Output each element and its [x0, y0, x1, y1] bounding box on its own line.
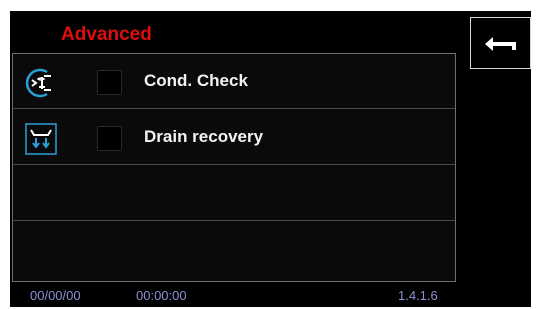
cond-check-checkbox[interactable] — [97, 70, 122, 95]
top-border — [10, 9, 531, 11]
drain-recovery-checkbox[interactable] — [97, 126, 122, 151]
status-time: 00:00:00 — [136, 288, 187, 303]
drain-recovery-icon — [25, 123, 57, 155]
empty-row — [13, 166, 455, 221]
option-row-cond-check[interactable]: Cond. Check — [13, 54, 455, 109]
empty-row — [13, 222, 455, 277]
status-version: 1.4.1.6 — [398, 288, 438, 303]
status-bar: 00/00/00 00:00:00 1.4.1.6 — [12, 284, 456, 306]
cond-check-label: Cond. Check — [144, 71, 248, 90]
page-title: Advanced — [61, 24, 152, 45]
status-date: 00/00/00 — [30, 288, 81, 303]
back-button[interactable] — [470, 17, 531, 69]
option-row-drain-recovery[interactable]: Drain recovery — [13, 110, 455, 165]
cond-check-icon — [25, 68, 51, 98]
back-arrow-icon — [485, 37, 516, 51]
drain-recovery-label: Drain recovery — [144, 127, 264, 146]
